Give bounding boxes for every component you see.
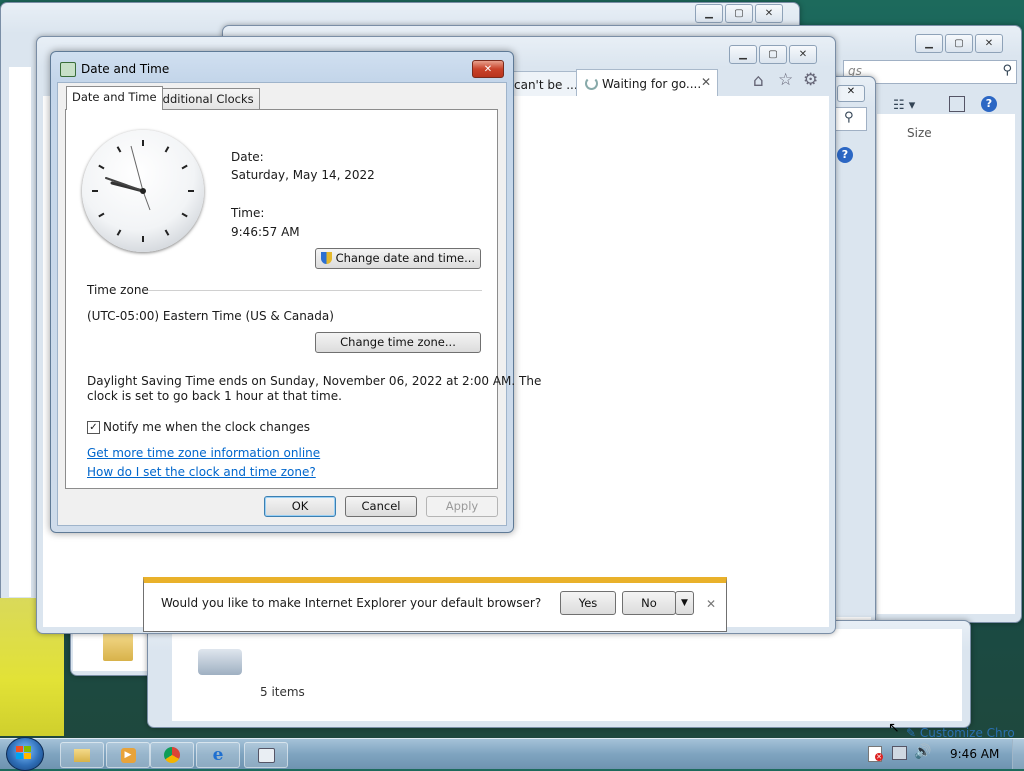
more-time-zone-info-link[interactable]: Get more time zone information online — [87, 446, 320, 460]
media-player-icon: ▶ — [120, 747, 136, 763]
taskbar-media-player[interactable]: ▶ — [106, 742, 150, 768]
status-item-count: 5 items — [260, 685, 305, 699]
view-options-icon[interactable]: ☷ ▾ — [893, 98, 915, 113]
date-time-dialog: Date and Time ✕ Date and Time Additional… — [50, 51, 541, 533]
tab-date-and-time[interactable]: Date and Time — [66, 86, 163, 110]
preview-pane-icon[interactable] — [949, 96, 965, 112]
details-pane: Size — [877, 114, 1015, 614]
dialog-title: Date and Time — [81, 62, 170, 76]
ie-prompt-text: Would you like to make Internet Explorer… — [161, 596, 542, 610]
taskbar: ▶ e ✕ 🔊 9:46 AM — [0, 737, 1024, 771]
windows-logo-part — [16, 753, 23, 759]
notify-checkbox[interactable]: ✓ — [87, 421, 100, 434]
dialog-body: Date and Time Additional Clocks Date: Sa… — [57, 82, 541, 526]
help-icon[interactable]: ? — [837, 147, 853, 163]
dialog-close-button[interactable]: ✕ — [472, 60, 504, 78]
taskbar-clock[interactable]: 9:46 AM — [950, 747, 999, 761]
search-icon[interactable]: ⚲ — [1002, 63, 1012, 78]
minimize-button[interactable]: ▁ — [729, 45, 757, 64]
close-bar-icon[interactable]: ✕ — [706, 597, 716, 611]
help-icon[interactable]: ? — [981, 96, 997, 112]
minimize-button[interactable]: ▁ — [695, 4, 723, 23]
settings-gear-icon[interactable]: ⚙ — [803, 70, 818, 90]
maximize-button[interactable]: ▢ — [725, 4, 753, 23]
maximize-button[interactable]: ▢ — [759, 45, 787, 64]
ok-button[interactable]: OK — [264, 496, 336, 517]
analog-clock — [82, 130, 204, 252]
drive-icon — [198, 649, 242, 675]
section-divider — [148, 290, 482, 291]
dst-info-line2: clock is set to go back 1 hour at that t… — [87, 389, 342, 403]
no-dropdown-chevron-icon[interactable]: ▼ — [675, 591, 694, 615]
change-time-zone-button[interactable]: Change time zone... — [315, 332, 481, 353]
browser-tab-partial[interactable]: can't be ... — [507, 71, 578, 97]
window-caption-buttons: ▁ ▢ ✕ — [695, 4, 783, 23]
date-time-icon — [257, 747, 275, 763]
time-zone-header: Time zone — [87, 283, 149, 297]
tab-additional-clocks[interactable]: Additional Clocks — [149, 88, 260, 109]
column-header-size[interactable]: Size — [907, 126, 932, 140]
start-button[interactable] — [6, 737, 44, 771]
change-date-time-label: Change date and time... — [335, 251, 476, 265]
no-button[interactable]: No — [622, 591, 676, 615]
windows-logo-icon — [16, 746, 23, 752]
uac-shield-icon — [320, 252, 332, 264]
close-tab-icon[interactable]: ✕ — [701, 75, 711, 89]
show-desktop-button[interactable] — [1012, 739, 1024, 769]
close-button[interactable]: ✕ — [789, 45, 817, 64]
change-date-time-button[interactable]: Change date and time... — [315, 248, 481, 269]
home-icon[interactable]: ⌂ — [753, 71, 764, 91]
folder-icon — [103, 633, 133, 661]
close-button[interactable]: ✕ — [755, 4, 783, 23]
favorites-icon[interactable]: ☆ — [778, 70, 793, 90]
time-label: Time: — [231, 206, 265, 220]
search-icon: ⚲ — [844, 110, 854, 125]
network-icon[interactable] — [892, 746, 907, 760]
notify-checkbox-label[interactable]: Notify me when the clock changes — [103, 420, 310, 434]
date-label: Date: — [231, 150, 264, 164]
ie-icon: e — [212, 745, 224, 765]
taskbar-ie[interactable]: e — [196, 742, 240, 768]
how-to-set-clock-link[interactable]: How do I set the clock and time zone? — [87, 465, 316, 479]
explorer-window-front: 5 items — [147, 620, 971, 728]
date-time-app-icon — [60, 62, 76, 77]
time-zone-value: (UTC-05:00) Eastern Time (US & Canada) — [87, 309, 334, 323]
ie-default-browser-bar: Would you like to make Internet Explorer… — [143, 577, 727, 632]
dst-info-line1: Daylight Saving Time ends on Sunday, Nov… — [87, 374, 542, 388]
taskbar-explorer[interactable] — [60, 742, 104, 768]
windows-logo-part — [24, 753, 31, 759]
volume-icon[interactable]: 🔊 — [914, 744, 931, 760]
browser-tab-active[interactable]: Waiting for go.... ✕ — [576, 69, 718, 97]
search-button[interactable]: ⚲ — [835, 107, 867, 131]
explorer-status-area: 5 items — [172, 629, 962, 721]
maximize-button[interactable]: ▢ — [945, 34, 973, 53]
tab-panel: Date: Saturday, May 14, 2022 Time: 9:46:… — [65, 109, 541, 489]
window-pane — [9, 67, 31, 597]
date-value: Saturday, May 14, 2022 — [231, 168, 375, 182]
taskbar-chrome[interactable] — [150, 742, 194, 768]
taskbar-date-time[interactable] — [244, 742, 288, 768]
explorer-icon — [74, 748, 90, 762]
error-badge-icon: ✕ — [875, 753, 883, 761]
close-button[interactable]: ✕ — [975, 34, 1003, 53]
tab-label: can't be ... — [514, 78, 578, 92]
yes-button[interactable]: Yes — [560, 591, 616, 615]
minimize-button[interactable]: ▁ — [915, 34, 943, 53]
cancel-button[interactable]: Cancel — [345, 496, 417, 517]
windows-logo-part — [24, 746, 31, 752]
tab-label: Waiting for go.... — [602, 77, 702, 91]
mouse-cursor-icon: ↖ — [888, 720, 900, 736]
time-value: 9:46:57 AM — [231, 225, 300, 239]
chrome-icon — [164, 747, 180, 763]
close-button[interactable]: ✕ — [837, 85, 865, 102]
loading-icon — [585, 77, 598, 90]
apply-button[interactable]: Apply — [426, 496, 498, 517]
